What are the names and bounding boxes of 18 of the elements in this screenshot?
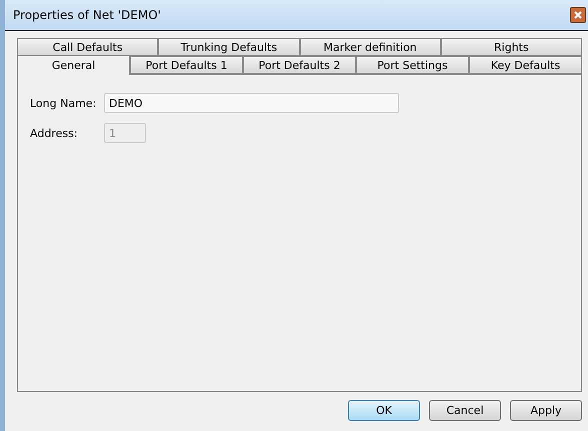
dialog-button[interactable]: Cancel — [429, 400, 501, 421]
tab[interactable]: Trunking Defaults — [158, 38, 300, 56]
tab[interactable]: Call Defaults — [17, 38, 158, 56]
tab[interactable]: Marker definition — [300, 38, 441, 56]
field-label: Address: — [30, 126, 79, 140]
close-button[interactable] — [570, 7, 586, 23]
tab[interactable]: Key Defaults — [469, 56, 582, 74]
window-title: Properties of Net 'DEMO' — [13, 8, 161, 22]
tab[interactable]: Port Defaults 1 — [130, 56, 243, 74]
tab[interactable]: General — [17, 55, 130, 75]
field-label: Long Name: — [30, 96, 98, 110]
close-icon — [573, 10, 583, 20]
tab[interactable]: Port Settings — [356, 56, 469, 74]
tab[interactable]: Rights — [440, 38, 582, 56]
dialog-button[interactable]: OK — [348, 400, 420, 421]
tab[interactable]: Port Defaults 2 — [243, 56, 356, 74]
input-field[interactable]: DEMO — [104, 93, 399, 113]
dialog-button[interactable]: Apply — [510, 400, 582, 421]
